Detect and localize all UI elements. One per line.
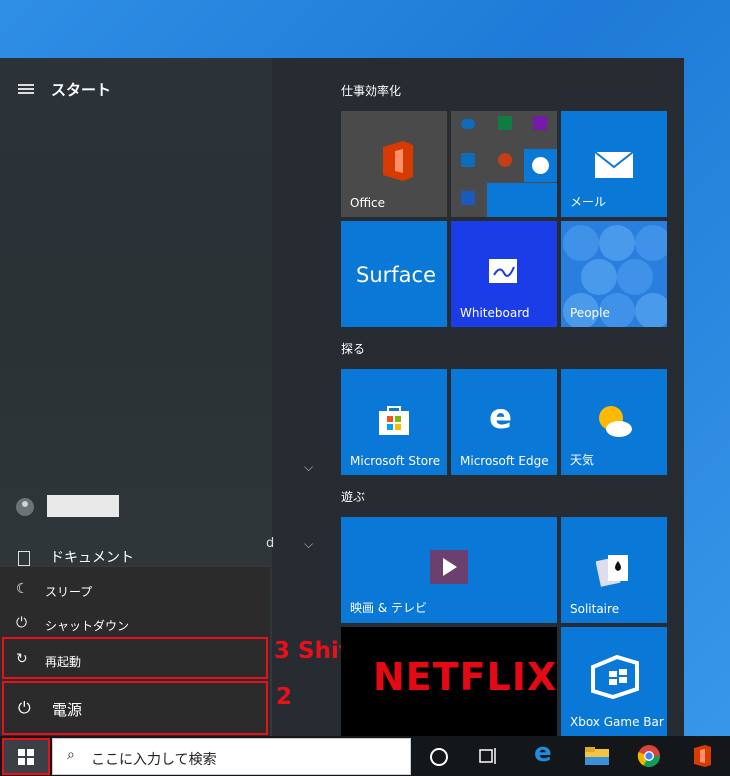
mail-tile[interactable]: メール: [561, 111, 667, 217]
onenote-icon: [533, 116, 547, 130]
document-icon: [18, 550, 30, 566]
whiteboard-tile[interactable]: Whiteboard: [451, 221, 557, 327]
cortana-icon[interactable]: [430, 748, 448, 766]
weather-label: 天気: [570, 453, 595, 467]
outlook-icon: [461, 153, 475, 167]
office-apps-grid: [451, 111, 557, 217]
whiteboard-icon: [489, 259, 517, 283]
movies-tv-tile[interactable]: 映画 & テレビ: [341, 517, 557, 623]
netflix-tile[interactable]: NETFLIX: [341, 627, 557, 736]
people-tile[interactable]: People: [561, 221, 667, 327]
search-icon: ⌕: [67, 747, 75, 763]
edge-icon: e: [489, 397, 513, 437]
partial-app-label: d: [266, 536, 275, 551]
movies-tv-label: 映画 & テレビ: [350, 601, 427, 615]
powerpoint-icon: [498, 153, 512, 167]
hamburger-menu-icon[interactable]: [18, 84, 34, 94]
taskbar-search-box[interactable]: ⌕ ここに入力して検索: [52, 738, 411, 775]
highlight-restart: [2, 637, 268, 679]
weather-sun-cloud-icon: [599, 406, 632, 437]
start-button[interactable]: [2, 738, 50, 775]
solitaire-label: Solitaire: [570, 602, 620, 616]
group-productivity[interactable]: 仕事効率化: [341, 82, 401, 99]
windows-logo-icon: [18, 749, 34, 765]
start-title: スタート: [51, 81, 112, 99]
office-apps-folder-tile[interactable]: [451, 111, 557, 217]
solitaire-cards-icon: [596, 555, 628, 587]
store-label: Microsoft Store: [350, 454, 441, 468]
edge-label: Microsoft Edge: [460, 454, 549, 468]
annotation-step2: 2: [276, 684, 293, 710]
user-avatar-icon[interactable]: [16, 498, 34, 516]
blank-app-slot: [487, 183, 557, 217]
microsoft-store-tile[interactable]: Microsoft Store: [341, 369, 447, 475]
group-explore[interactable]: 探る: [341, 340, 365, 357]
microsoft-edge-tile[interactable]: e Microsoft Edge: [451, 369, 557, 475]
sleep-option[interactable]: ☾ スリープ: [0, 573, 270, 607]
office-taskbar-icon[interactable]: [692, 744, 712, 768]
skype-icon: [524, 149, 557, 182]
sleep-label: スリープ: [45, 585, 93, 599]
documents-label: ドキュメント: [50, 550, 134, 566]
shutdown-label: シャットダウン: [45, 619, 130, 633]
surface-logo-text: Surface: [356, 263, 437, 287]
edge-taskbar-icon[interactable]: e: [534, 738, 552, 768]
office-label: Office: [350, 196, 386, 210]
solitaire-tile[interactable]: Solitaire: [561, 517, 667, 623]
excel-icon: [498, 116, 512, 130]
highlight-power: [2, 681, 268, 735]
office-tile[interactable]: Office: [341, 111, 447, 217]
onedrive-icon: [461, 119, 475, 129]
store-bag-icon: [379, 406, 409, 435]
task-view-icon[interactable]: [479, 747, 499, 765]
documents-item[interactable]: ドキュメント: [18, 547, 134, 567]
xbox-game-bar-icon: [591, 654, 639, 699]
chevron-down-icon[interactable]: ⌵: [304, 537, 313, 552]
moon-icon: ☾: [16, 581, 29, 597]
chrome-icon[interactable]: [637, 744, 661, 768]
mail-label: メール: [570, 195, 607, 209]
people-label: People: [570, 306, 610, 320]
office-icon: [383, 141, 413, 181]
weather-tile[interactable]: 天気: [561, 369, 667, 475]
group-play[interactable]: 遊ぶ: [341, 488, 365, 505]
netflix-logo: NETFLIX: [373, 655, 557, 699]
word-icon: [461, 191, 475, 205]
search-placeholder: ここに入力して検索: [91, 752, 217, 768]
xbox-game-bar-tile[interactable]: Xbox Game Bar: [561, 627, 667, 736]
file-explorer-icon[interactable]: [584, 745, 610, 767]
movies-tv-icon: [430, 550, 468, 584]
shutdown-option[interactable]: ⏻ シャットダウン: [0, 607, 270, 641]
chevron-down-icon[interactable]: ⌵: [304, 460, 313, 475]
surface-tile[interactable]: Surface: [341, 221, 447, 327]
whiteboard-label: Whiteboard: [460, 306, 530, 320]
mail-icon: [594, 151, 634, 178]
power-icon: ⏻: [16, 615, 28, 631]
xbox-game-bar-label: Xbox Game Bar: [570, 715, 664, 729]
user-name-redacted[interactable]: [47, 495, 119, 517]
